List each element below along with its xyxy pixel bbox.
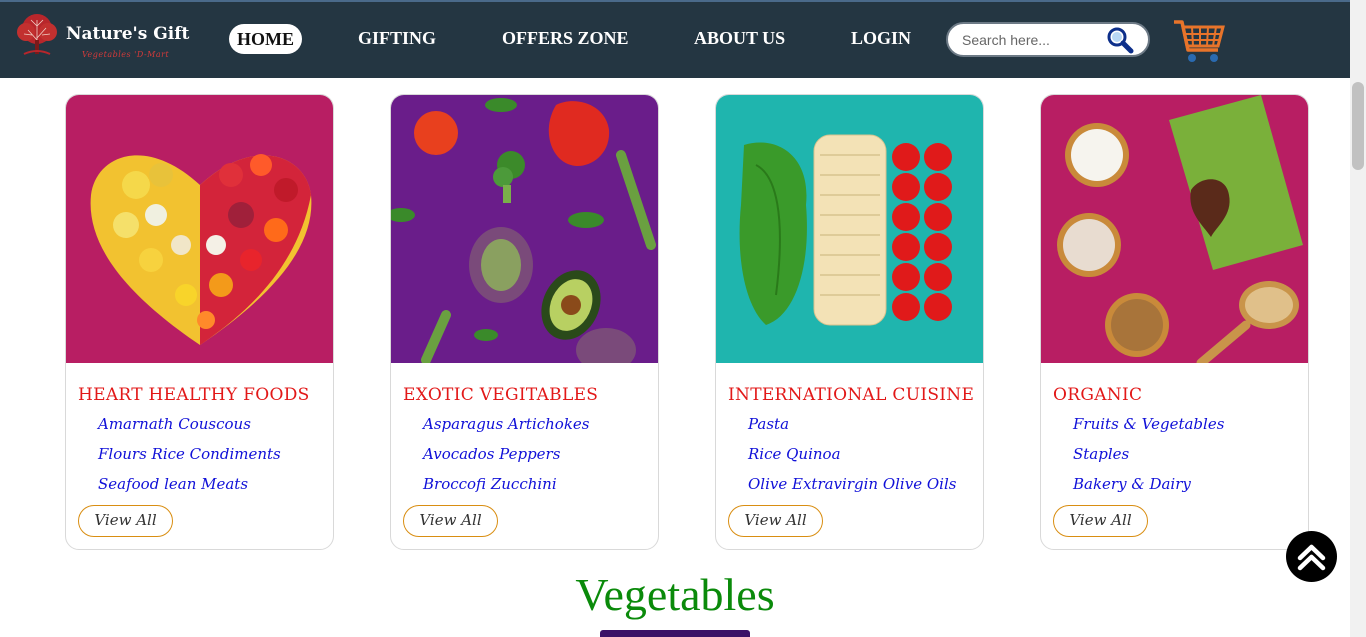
cart-icon[interactable] — [1172, 16, 1226, 66]
magnifier-icon[interactable] — [1106, 26, 1134, 54]
nav-home[interactable]: HOME — [229, 24, 302, 54]
card-link[interactable]: Staples — [1073, 445, 1129, 463]
nav-login[interactable]: LOGIN — [851, 22, 911, 54]
view-all-button[interactable]: View All — [728, 505, 823, 537]
nav-about-us[interactable]: ABOUT US — [694, 22, 785, 54]
card-link[interactable]: Broccofi Zucchini — [423, 475, 557, 493]
card-link[interactable]: Pasta — [748, 415, 789, 433]
card-link[interactable]: Amarnath Couscous — [98, 415, 251, 433]
card-link[interactable]: Olive Extravirgin Olive Oils — [748, 475, 956, 493]
page-scrollbar[interactable] — [1350, 0, 1366, 637]
organic-products-image — [1041, 95, 1308, 363]
card-title: EXOTIC VEGITABLES — [403, 385, 599, 405]
brand-logo[interactable]: Nature's Gift Vegetables 'D-Mart — [10, 10, 200, 62]
card-title: HEART HEALTHY FOODS — [78, 385, 310, 405]
card-link[interactable]: Asparagus Artichokes — [423, 415, 590, 433]
view-all-button[interactable]: View All — [78, 505, 173, 537]
heart-healthy-foods-image — [66, 95, 333, 363]
section-underline — [600, 630, 750, 637]
exotic-vegetables-image — [391, 95, 658, 363]
category-card-exotic: EXOTIC VEGITABLES Asparagus Artichokes A… — [390, 94, 659, 550]
brand-name: Nature's Gift — [66, 24, 190, 44]
scrollbar-thumb[interactable] — [1352, 82, 1364, 170]
card-title: ORGANIC — [1053, 385, 1143, 405]
search-box — [946, 22, 1150, 57]
card-link[interactable]: Rice Quinoa — [748, 445, 841, 463]
category-card-international: INTERNATIONAL CUISINE Pasta Rice Quinoa … — [715, 94, 984, 550]
view-all-button[interactable]: View All — [403, 505, 498, 537]
navbar: Nature's Gift Vegetables 'D-Mart HOME GI… — [0, 2, 1350, 78]
scroll-to-top-button[interactable] — [1286, 531, 1337, 582]
nav-gifting[interactable]: GIFTING — [358, 22, 436, 54]
view-all-button[interactable]: View All — [1053, 505, 1148, 537]
section-heading-vegetables: Vegetables — [575, 569, 775, 620]
card-link[interactable]: Seafood lean Meats — [98, 475, 248, 493]
card-link[interactable]: Flours Rice Condiments — [98, 445, 281, 463]
card-title: INTERNATIONAL CUISINE — [728, 385, 975, 405]
double-chevron-up-icon — [1297, 544, 1326, 571]
card-link[interactable]: Bakery & Dairy — [1073, 475, 1191, 493]
search-input[interactable] — [962, 30, 1107, 50]
category-card-organic: ORGANIC Fruits & Vegetables Staples Bake… — [1040, 94, 1309, 550]
international-cuisine-image — [716, 95, 983, 363]
category-card-heart-healthy: HEART HEALTHY FOODS Amarnath Couscous Fl… — [65, 94, 334, 550]
brand-tagline: Vegetables 'D-Mart — [82, 50, 170, 59]
card-link[interactable]: Fruits & Vegetables — [1073, 415, 1224, 433]
nav-offers-zone[interactable]: OFFERS ZONE — [502, 22, 629, 54]
card-link[interactable]: Avocados Peppers — [423, 445, 560, 463]
tree-logo-icon — [17, 14, 57, 55]
